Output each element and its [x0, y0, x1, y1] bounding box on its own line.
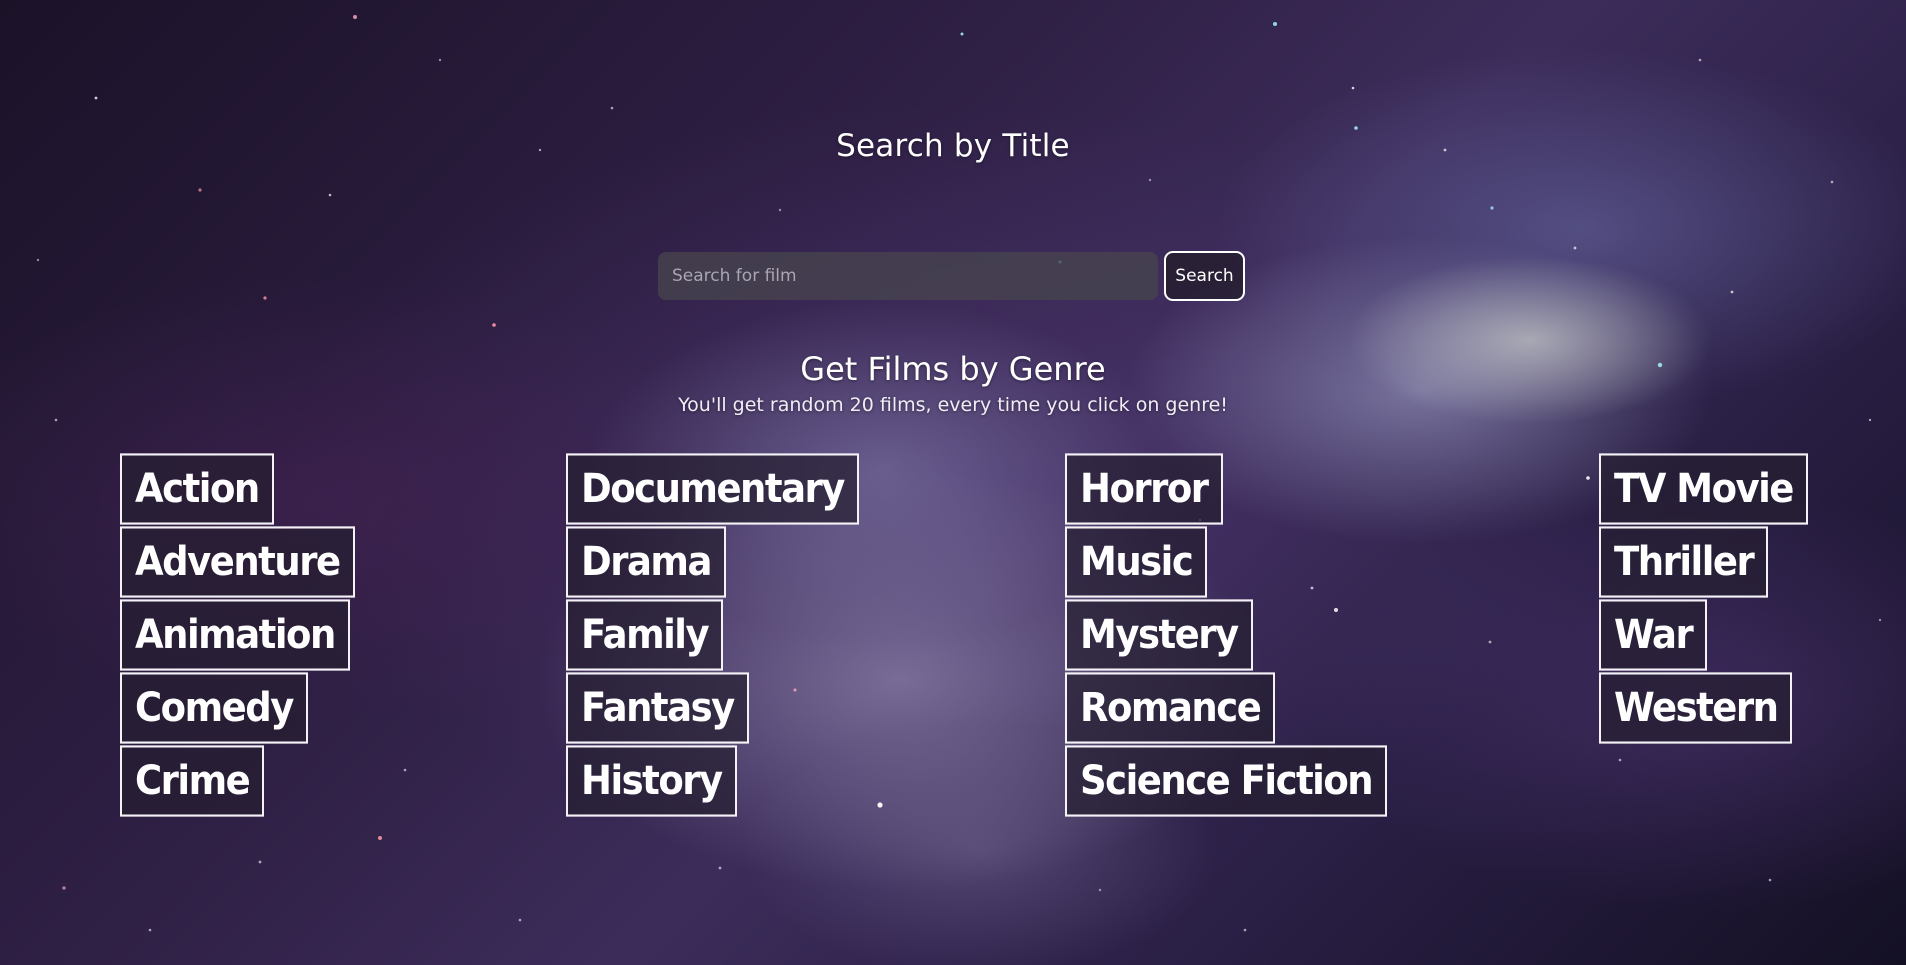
- genre-button-war[interactable]: War: [1599, 599, 1708, 671]
- genre-button-adventure[interactable]: Adventure: [120, 526, 355, 598]
- genre-button-romance[interactable]: Romance: [1065, 672, 1276, 744]
- genre-button-tv-movie[interactable]: TV Movie: [1599, 453, 1808, 525]
- genre-button-animation[interactable]: Animation: [120, 599, 350, 671]
- genre-button-comedy[interactable]: Comedy: [120, 672, 308, 744]
- genre-button-fantasy[interactable]: Fantasy: [566, 672, 749, 744]
- genre-button-western[interactable]: Western: [1599, 672, 1793, 744]
- genre-column-3: Horror Music Mystery Romance Science Fic…: [1065, 453, 1388, 821]
- genre-subtitle: You'll get random 20 films, every time y…: [678, 394, 1228, 416]
- search-title: Search by Title: [836, 128, 1070, 164]
- search-form: Search: [658, 251, 1246, 301]
- genre-button-family[interactable]: Family: [566, 599, 724, 671]
- genre-button-mystery[interactable]: Mystery: [1065, 599, 1253, 671]
- genre-button-history[interactable]: History: [566, 745, 737, 817]
- genre-button-thriller[interactable]: Thriller: [1599, 526, 1769, 598]
- genre-button-action[interactable]: Action: [120, 453, 274, 525]
- genre-button-drama[interactable]: Drama: [566, 526, 726, 598]
- genre-column-1: Action Adventure Animation Comedy Crime: [120, 453, 355, 821]
- genre-button-horror[interactable]: Horror: [1065, 453, 1223, 525]
- genre-button-science-fiction[interactable]: Science Fiction: [1065, 745, 1388, 817]
- genre-button-documentary[interactable]: Documentary: [566, 453, 859, 525]
- genre-title: Get Films by Genre: [800, 350, 1106, 388]
- genre-section-header: Get Films by Genre You'll get random 20 …: [0, 350, 1906, 416]
- search-input[interactable]: [658, 252, 1158, 300]
- search-button[interactable]: Search: [1164, 251, 1245, 301]
- genre-button-crime[interactable]: Crime: [120, 745, 265, 817]
- genre-button-music[interactable]: Music: [1065, 526, 1208, 598]
- genre-column-4: TV Movie Thriller War Western: [1599, 453, 1808, 748]
- genre-column-2: Documentary Drama Family Fantasy History: [566, 453, 859, 821]
- search-section: Search by Title: [0, 128, 1906, 164]
